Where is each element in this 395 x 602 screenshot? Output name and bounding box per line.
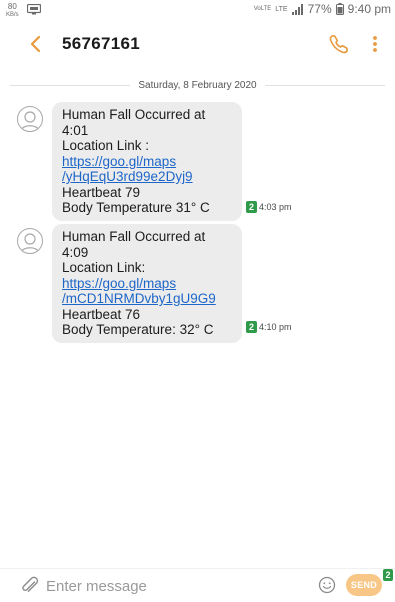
message-time: 4:10 pm [259, 322, 292, 332]
message-time: 4:03 pm [259, 202, 292, 212]
smiley-icon [318, 576, 336, 594]
contact-avatar-icon[interactable] [17, 228, 43, 254]
compose-bar: SEND 2 [0, 568, 395, 602]
more-options-button[interactable] [367, 32, 383, 56]
message-text: Location Link: [62, 260, 146, 275]
message-input[interactable] [46, 574, 296, 598]
message-meta: 2 4:10 pm [246, 321, 292, 333]
network-speed-unit: KB/s [6, 12, 19, 18]
status-left: 80 KB/s [6, 3, 41, 19]
message-text: Location Link : [62, 138, 150, 153]
network-speed: 80 KB/s [6, 3, 19, 19]
message-text: 4:01 [62, 122, 89, 138]
sim-badge: 2 [246, 321, 257, 333]
message-text: Body Temperature 31° C [62, 200, 210, 215]
location-link[interactable]: https://goo.gl/maps [62, 154, 234, 170]
message-text: Human Fall Occurred at [62, 107, 206, 122]
message-bubble[interactable]: Human Fall Occurred at 4:09 Location Lin… [52, 224, 242, 343]
signal-icon [291, 3, 304, 15]
date-label: Saturday, 8 February 2020 [138, 79, 257, 91]
divider-line [10, 84, 131, 86]
date-divider: Saturday, 8 February 2020 [10, 78, 385, 92]
phone-icon [329, 35, 348, 54]
message-bubble[interactable]: Human Fall Occurred at 4:01 Location Lin… [52, 102, 242, 221]
battery-icon [335, 3, 344, 15]
location-link[interactable]: https://goo.gl/maps [62, 276, 234, 292]
back-button[interactable] [26, 32, 46, 56]
network-speed-value: 80 [7, 2, 17, 11]
divider-line [264, 84, 385, 86]
message-text: Human Fall Occurred at [62, 229, 206, 244]
message-text: Heartbeat 76 [62, 306, 141, 322]
chevron-left-icon [30, 35, 41, 53]
location-link[interactable]: /mCD1NRMDvby1gU9G9 [62, 291, 234, 307]
status-bar: 80 KB/s VoLTE LTE 77% 9:40 pm [0, 0, 395, 20]
conversation-header: 56767161 [0, 22, 395, 68]
message-text: Body Temperature: 32° C [62, 322, 214, 337]
emoji-button[interactable] [318, 576, 336, 594]
battery-percent: 77% [307, 2, 332, 16]
contact-avatar-icon[interactable] [17, 106, 43, 132]
message-text: Heartbeat 79 [62, 184, 141, 200]
location-link[interactable]: /yHqEqU3rd99e2Dyj9 [62, 169, 234, 185]
sim-badge: 2 [246, 201, 257, 213]
screen-mirror-icon [26, 3, 41, 18]
status-right: VoLTE LTE 77% 9:40 pm [254, 2, 391, 16]
call-button[interactable] [327, 32, 351, 56]
conversation-title: 56767161 [62, 34, 141, 53]
clock: 9:40 pm [347, 2, 391, 16]
more-vertical-icon [373, 36, 377, 52]
lte-indicator: LTE [275, 5, 288, 13]
paperclip-icon [22, 576, 39, 592]
attach-button[interactable] [20, 576, 40, 596]
message-meta: 2 4:03 pm [246, 201, 292, 213]
send-button[interactable]: SEND [346, 574, 382, 596]
send-sim-badge: 2 [383, 569, 393, 581]
volte-indicator: VoLTE [253, 6, 272, 12]
message-text: 4:09 [62, 244, 89, 260]
